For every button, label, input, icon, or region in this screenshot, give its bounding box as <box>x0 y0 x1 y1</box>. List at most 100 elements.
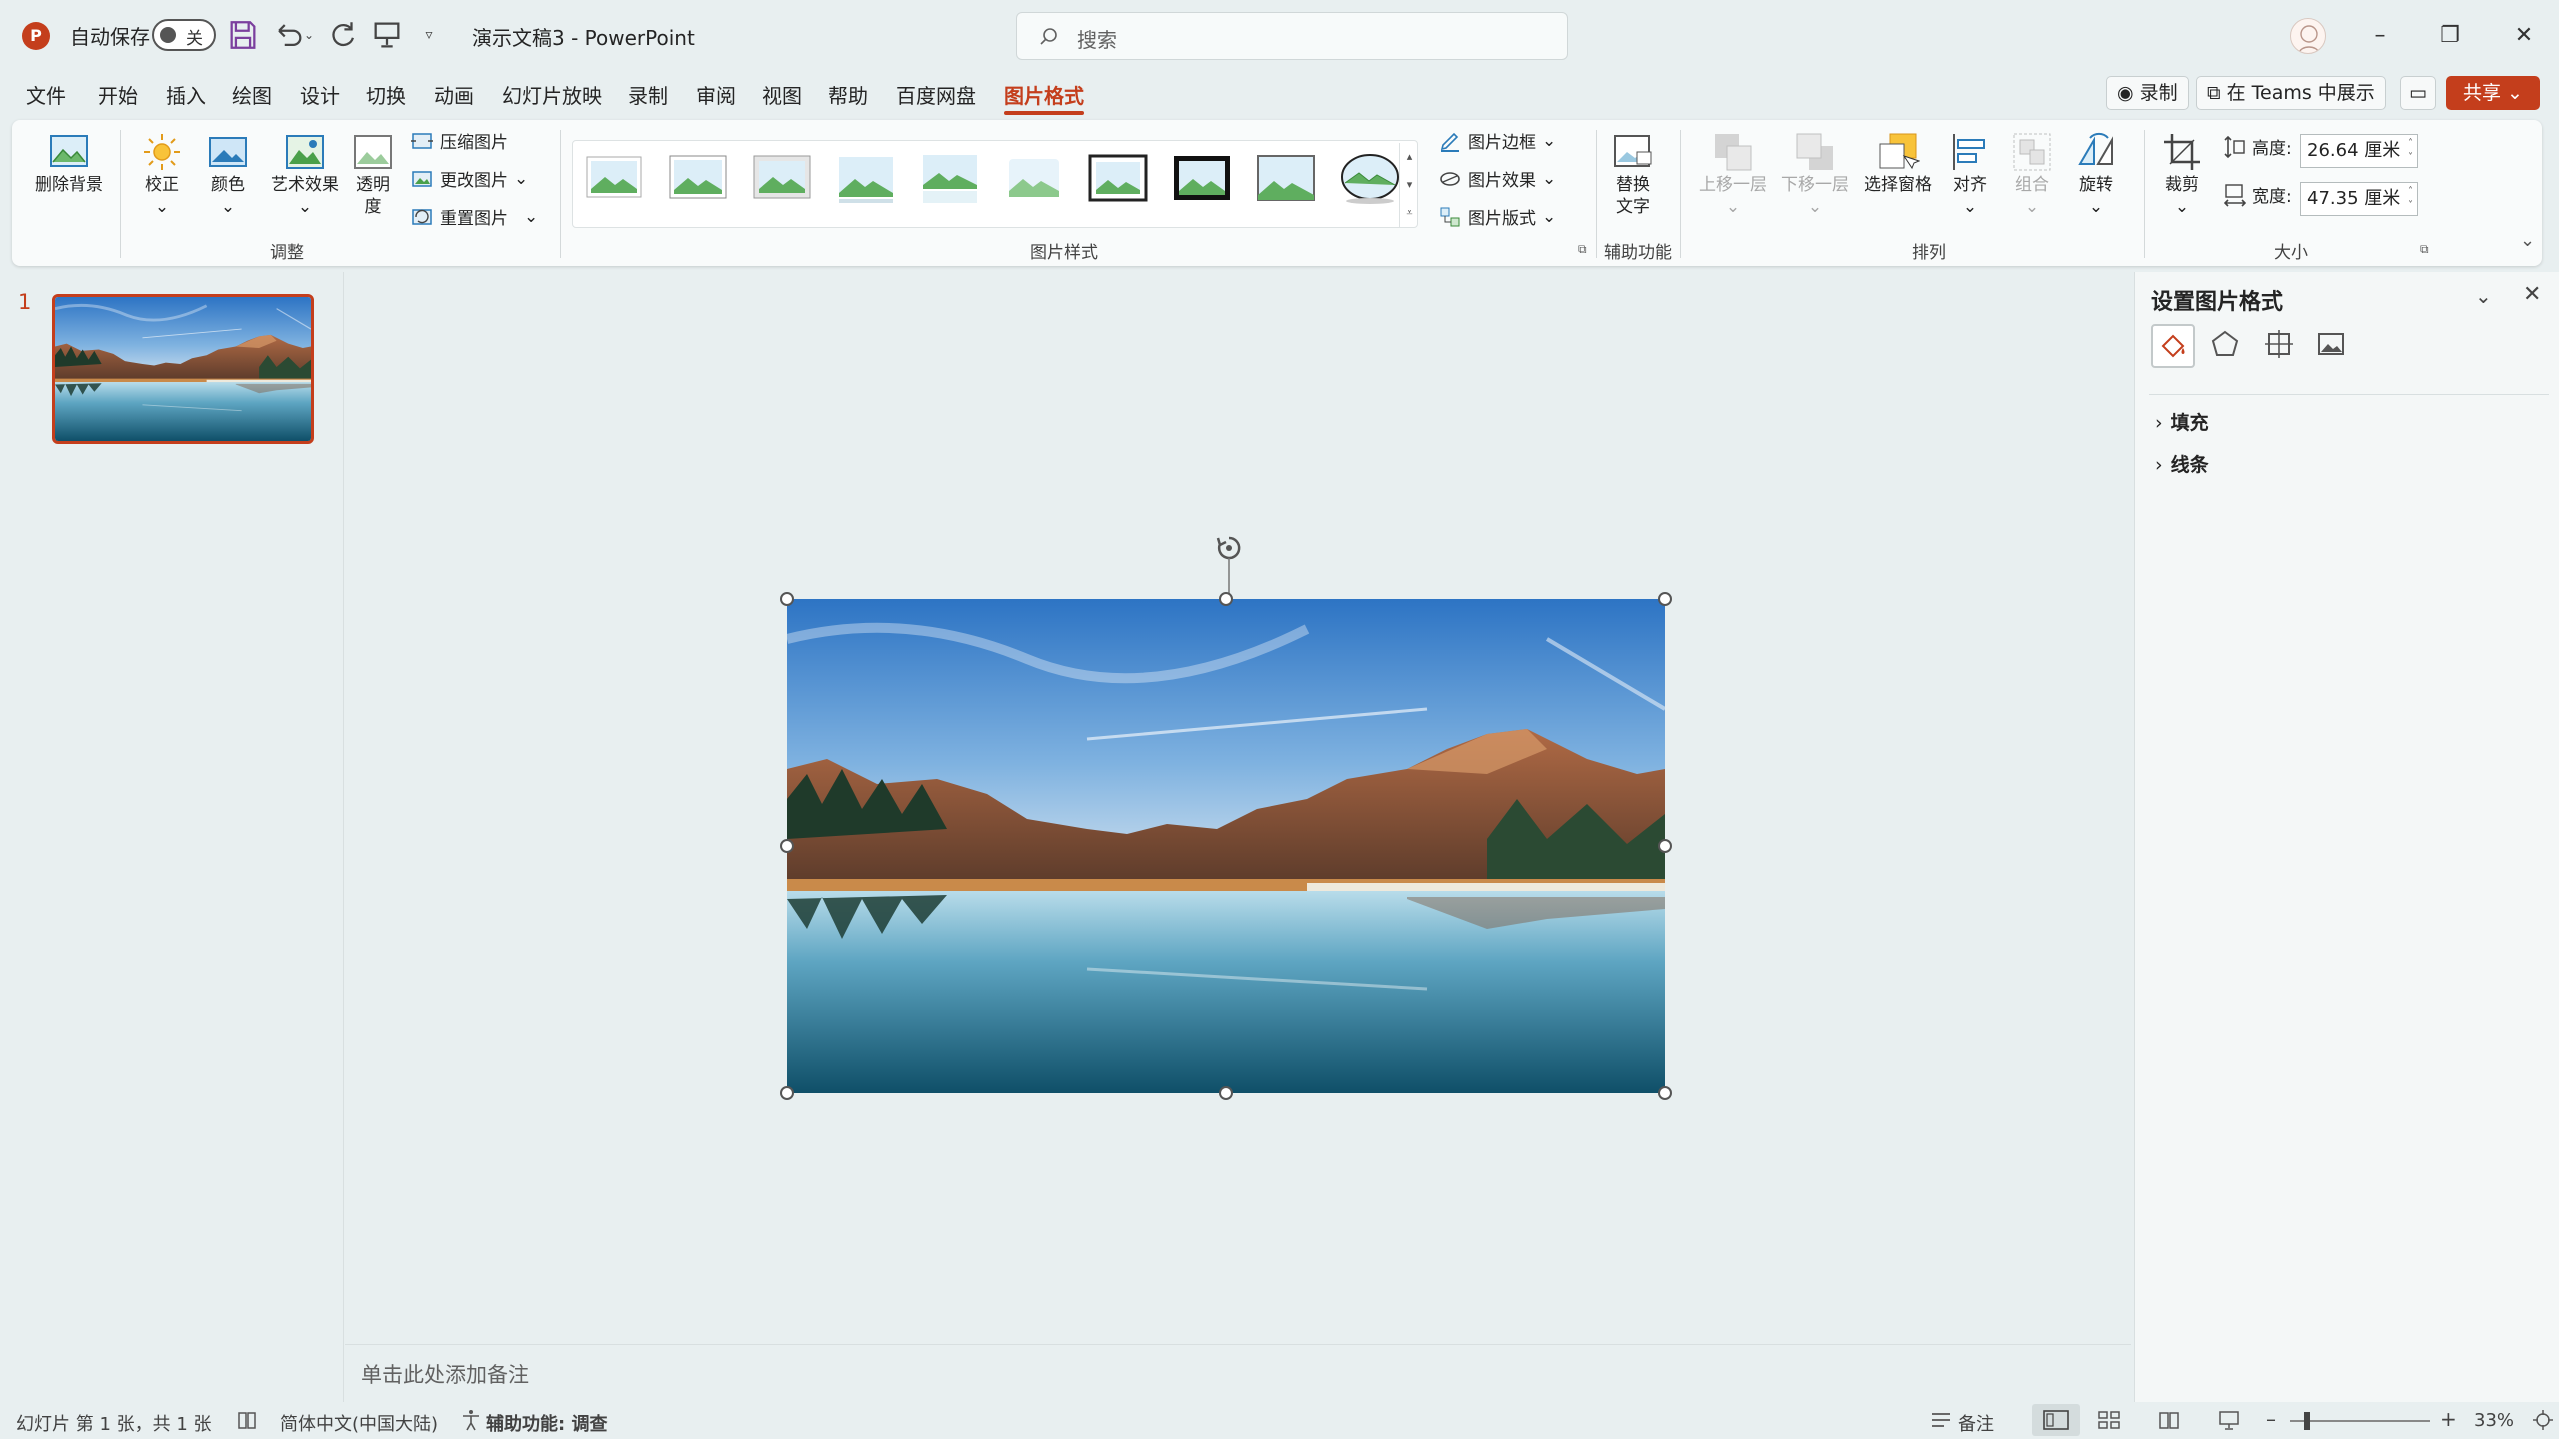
picture-layout-button[interactable]: 图片版式 ⌄ <box>1438 204 1556 229</box>
resize-handle-bottom-left[interactable] <box>780 1086 794 1100</box>
tab-insert[interactable]: 插入 <box>166 80 206 109</box>
align-button[interactable]: 对齐 ⌄ <box>1942 130 1998 218</box>
dialog-launcher-icon[interactable]: ⧉ <box>2420 242 2429 257</box>
tab-transitions[interactable]: 切换 <box>366 80 406 109</box>
tab-review[interactable]: 审阅 <box>696 80 736 109</box>
tab-draw[interactable]: 绘图 <box>232 80 272 109</box>
reset-picture-button[interactable]: 重置图片 ⌄ <box>410 204 538 229</box>
picture-style-thumb[interactable] <box>1087 151 1149 205</box>
resize-handle-bottom-right[interactable] <box>1658 1086 1672 1100</box>
share-button[interactable]: 共享 ⌄ <box>2446 76 2540 110</box>
corrections-button[interactable]: 校正 ⌄ <box>134 130 190 218</box>
picture-styles-gallery[interactable]: ▴ ▾ ⩡ <box>572 140 1418 228</box>
compress-pictures-button[interactable]: 压缩图片 <box>410 128 508 153</box>
collapse-ribbon-icon[interactable]: ⌄ <box>2520 230 2535 251</box>
tab-slideshow[interactable]: 幻灯片放映 <box>502 80 602 109</box>
search-box[interactable]: 搜索 <box>1016 12 1568 60</box>
present-in-teams-button[interactable]: ⧉ 在 Teams 中展示 <box>2196 76 2386 110</box>
bring-forward-button[interactable]: 上移一层 ⌄ <box>1694 130 1772 218</box>
height-input[interactable]: 26.64 厘米 ˄ ˅ <box>2300 134 2418 168</box>
tab-design[interactable]: 设计 <box>300 80 340 109</box>
customize-qat-icon[interactable]: ▿ <box>412 18 446 52</box>
picture-style-thumb[interactable] <box>1255 151 1317 205</box>
zoom-slider-thumb[interactable] <box>2304 1412 2310 1430</box>
tab-picture-format[interactable]: 图片格式 <box>1004 80 1084 115</box>
accessibility-status[interactable]: 辅助功能: 调查 <box>486 1410 607 1436</box>
normal-view-button[interactable] <box>2032 1404 2080 1436</box>
minimize-icon[interactable]: – <box>2350 14 2410 58</box>
width-input[interactable]: 47.35 厘米 ˄ ˅ <box>2300 182 2418 216</box>
transparency-button[interactable]: 透明 度 <box>348 130 398 218</box>
resize-handle-left[interactable] <box>780 839 794 853</box>
picture-style-thumb[interactable] <box>1003 151 1065 205</box>
resize-handle-top[interactable] <box>1219 592 1233 606</box>
send-backward-button[interactable]: 下移一层 ⌄ <box>1776 130 1854 218</box>
width-spinner-icon[interactable]: ˄ ˅ <box>2408 185 2413 213</box>
effects-tab[interactable] <box>2205 324 2249 368</box>
fit-to-window-icon[interactable] <box>2530 1408 2556 1432</box>
resize-handle-top-right[interactable] <box>1658 592 1672 606</box>
gallery-scroll-controls[interactable]: ▴ ▾ ⩡ <box>1399 143 1419 227</box>
zoom-slider[interactable] <box>2290 1412 2430 1430</box>
autosave-toggle[interactable]: 关 <box>152 19 216 51</box>
crop-button[interactable]: 裁剪 ⌄ <box>2156 130 2208 218</box>
line-section-header[interactable]: › 线条 <box>2155 450 2209 477</box>
size-properties-tab[interactable] <box>2259 324 2303 368</box>
group-objects-button[interactable]: 组合 ⌄ <box>2006 130 2058 218</box>
zoom-out-icon[interactable]: – <box>2266 1407 2276 1431</box>
color-button[interactable]: 颜色 ⌄ <box>200 130 256 218</box>
resize-handle-top-left[interactable] <box>780 592 794 606</box>
save-icon[interactable] <box>226 18 260 52</box>
picture-style-thumb[interactable] <box>1171 151 1233 205</box>
picture-style-thumb[interactable] <box>667 151 729 205</box>
picture-style-thumb[interactable] <box>1339 151 1401 205</box>
resize-handle-right[interactable] <box>1658 839 1672 853</box>
slide-thumbnail[interactable] <box>52 294 314 444</box>
change-picture-button[interactable]: 更改图片 ⌄ <box>410 166 528 191</box>
spelling-check-icon[interactable] <box>234 1408 260 1432</box>
notes-toggle[interactable]: 备注 <box>1958 1410 1994 1436</box>
pane-options-chevron-icon[interactable]: ⌄ <box>2475 284 2492 308</box>
restore-icon[interactable]: ❐ <box>2420 14 2480 58</box>
fill-section-header[interactable]: › 填充 <box>2155 408 2209 435</box>
dialog-launcher-icon[interactable]: ⧉ <box>1578 242 1587 257</box>
picture-tab[interactable] <box>2311 324 2355 368</box>
redo-icon[interactable] <box>326 18 360 52</box>
tab-help[interactable]: 帮助 <box>828 80 868 109</box>
undo-dropdown-icon[interactable]: ⌄ <box>300 18 318 52</box>
picture-style-thumb[interactable] <box>583 151 645 205</box>
picture-effects-button[interactable]: 图片效果 ⌄ <box>1438 166 1556 191</box>
landscape-picture[interactable] <box>787 599 1665 1093</box>
selection-pane-button[interactable]: 选择窗格 <box>1858 130 1938 196</box>
height-spinner-icon[interactable]: ˄ ˅ <box>2408 137 2413 165</box>
notes-area[interactable]: 单击此处添加备注 <box>345 1344 2131 1402</box>
slide-sorter-icon[interactable] <box>2096 1408 2122 1432</box>
zoom-level[interactable]: 33% <box>2474 1410 2514 1431</box>
slide-counter[interactable]: 幻灯片 第 1 张，共 1 张 <box>16 1410 212 1436</box>
rotate-button[interactable]: 旋转 ⌄ <box>2068 130 2124 218</box>
resize-handle-bottom[interactable] <box>1219 1086 1233 1100</box>
fill-line-tab[interactable] <box>2151 324 2195 368</box>
tab-view[interactable]: 视图 <box>762 80 802 109</box>
slideshow-icon[interactable] <box>2216 1408 2242 1432</box>
alt-text-button[interactable]: 替换 文字 <box>1606 130 1660 218</box>
tab-record[interactable]: 录制 <box>628 80 668 109</box>
artistic-effects-button[interactable]: 艺术效果 ⌄ <box>264 130 346 218</box>
close-window-icon[interactable]: ✕ <box>2494 14 2554 58</box>
record-button[interactable]: ◉ 录制 <box>2106 76 2189 110</box>
picture-border-button[interactable]: 图片边框 ⌄ <box>1438 128 1556 153</box>
comments-icon[interactable]: ▭ <box>2400 76 2436 110</box>
presentation-icon[interactable] <box>370 18 404 52</box>
close-pane-icon[interactable]: ✕ <box>2523 282 2541 307</box>
tab-animations[interactable]: 动画 <box>434 80 474 109</box>
avatar[interactable] <box>2290 18 2326 54</box>
reading-view-icon[interactable] <box>2156 1408 2182 1432</box>
picture-style-thumb[interactable] <box>835 151 897 205</box>
picture-style-thumb[interactable] <box>751 151 813 205</box>
tab-home[interactable]: 开始 <box>98 80 138 109</box>
zoom-in-icon[interactable]: + <box>2440 1407 2457 1431</box>
remove-background-button[interactable]: 删除背景 <box>28 130 110 196</box>
tab-baidu-netdisk[interactable]: 百度网盘 <box>896 80 976 109</box>
rotate-handle-icon[interactable] <box>1209 530 1249 600</box>
language-indicator[interactable]: 简体中文(中国大陆) <box>280 1410 438 1436</box>
